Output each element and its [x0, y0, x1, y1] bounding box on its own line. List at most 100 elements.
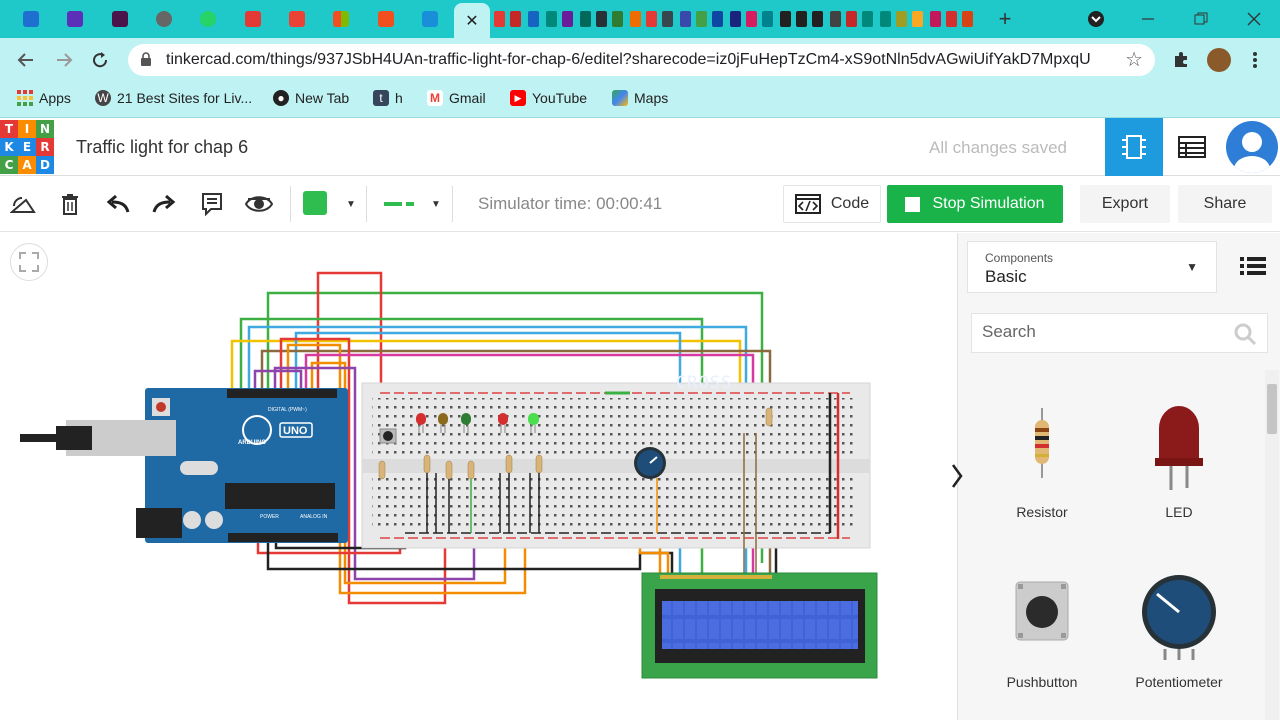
tab-mini[interactable]	[796, 11, 807, 27]
circuit-view-button[interactable]	[1105, 118, 1163, 176]
tab-mini[interactable]	[662, 11, 673, 27]
search-input[interactable]	[982, 322, 1222, 342]
component-category-dropdown[interactable]: Components Basic ▼	[967, 241, 1217, 293]
tab-mini[interactable]	[612, 11, 623, 27]
component-potentiometer[interactable]: Potentiometer	[1119, 572, 1239, 702]
forward-button[interactable]	[50, 46, 78, 74]
tab-mini[interactable]	[528, 11, 539, 27]
rotate-button[interactable]	[9, 190, 37, 218]
panel-scrollbar[interactable]	[1265, 370, 1279, 720]
component-search[interactable]	[971, 313, 1268, 353]
tab-mini[interactable]	[830, 11, 841, 27]
tab-mini[interactable]	[580, 11, 591, 27]
tab-mini[interactable]	[862, 11, 873, 27]
tab-mini[interactable]	[962, 11, 973, 27]
tab-mini[interactable]	[680, 11, 691, 27]
tab-mini[interactable]	[546, 11, 557, 27]
redo-button[interactable]	[150, 190, 178, 218]
component-list-button[interactable]	[1163, 118, 1221, 176]
tinkercad-header: T I N K E R C A D Traffic light for chap…	[0, 118, 1280, 176]
tab-mini[interactable]	[930, 11, 941, 27]
menu-button[interactable]	[1241, 46, 1269, 74]
component-resistor[interactable]: Resistor	[982, 398, 1102, 528]
mail-tab[interactable]	[62, 6, 88, 32]
outlook-tab[interactable]	[18, 6, 44, 32]
wire-type-button[interactable]	[384, 190, 414, 218]
delete-button[interactable]	[56, 190, 84, 218]
new-tab-button[interactable]: +	[990, 6, 1020, 32]
redo-icon	[152, 194, 176, 213]
gmail-tab[interactable]	[284, 6, 310, 32]
tab-mini[interactable]	[946, 11, 957, 27]
microsoft-tab[interactable]	[328, 6, 354, 32]
tinkercad-tab[interactable]	[417, 6, 443, 32]
reset-button[interactable]	[156, 402, 166, 412]
visibility-button[interactable]	[245, 190, 273, 218]
breadboard-potentiometer[interactable]	[634, 447, 666, 479]
component-pushbutton[interactable]: Pushbutton	[982, 572, 1102, 702]
tab-mini[interactable]	[562, 11, 573, 27]
logo-letter: E	[18, 138, 36, 156]
tab-search-button[interactable]	[1081, 6, 1111, 32]
export-button[interactable]: Export	[1080, 185, 1170, 223]
bookmark-gmail[interactable]: M Gmail	[427, 90, 486, 106]
project-title[interactable]: Traffic light for chap 6	[76, 137, 248, 158]
list-view-button[interactable]	[1240, 255, 1266, 277]
wire-type-dropdown-caret[interactable]: ▼	[422, 190, 450, 218]
tab-mini[interactable]	[746, 11, 757, 27]
collapse-panel-button[interactable]	[946, 460, 968, 492]
profile-button[interactable]	[1205, 46, 1233, 74]
address-bar[interactable]: tinkercad.com/things/937JSbH4UAn-traffic…	[128, 44, 1155, 76]
color-dropdown-caret[interactable]: ▼	[337, 190, 365, 218]
tab-mini[interactable]	[630, 11, 641, 27]
bookmark-youtube[interactable]: ▶ YouTube	[510, 90, 587, 106]
tab-mini[interactable]	[762, 11, 773, 27]
component-led[interactable]: LED	[1119, 398, 1239, 528]
scrollbar-thumb[interactable]	[1267, 384, 1277, 434]
reload-button[interactable]	[86, 46, 114, 74]
stop-simulation-button[interactable]: Stop Simulation	[887, 185, 1063, 223]
code-button[interactable]: Code	[783, 185, 881, 223]
tab-mini[interactable]	[494, 11, 505, 27]
search-icon[interactable]	[1233, 322, 1257, 346]
share-button[interactable]: Share	[1178, 185, 1272, 223]
tab-mini[interactable]	[912, 11, 923, 27]
tab-mini[interactable]	[596, 11, 607, 27]
tab-mini[interactable]	[896, 11, 907, 27]
extensions-button[interactable]	[1167, 46, 1195, 74]
tab-mini[interactable]	[730, 11, 741, 27]
lcd-16x2[interactable]	[641, 572, 878, 679]
notes-button[interactable]	[198, 190, 226, 218]
breadboard-pushbutton[interactable]	[379, 428, 397, 444]
user-avatar[interactable]	[1226, 121, 1278, 173]
tab-mini[interactable]	[712, 11, 723, 27]
tab-mini[interactable]	[510, 11, 521, 27]
tab-mini[interactable]	[812, 11, 823, 27]
slack-tab[interactable]	[107, 6, 133, 32]
notion-tab[interactable]	[240, 6, 266, 32]
active-tab[interactable]: ✕	[454, 3, 490, 38]
minimize-button[interactable]	[1133, 6, 1163, 32]
bookmark-h[interactable]: t h	[373, 90, 403, 106]
bookmark-21-best-sites[interactable]: W 21 Best Sites for Liv...	[95, 90, 252, 106]
bookmark-maps[interactable]: Maps	[612, 90, 668, 106]
tab-mini[interactable]	[646, 11, 657, 27]
wire-color-swatch[interactable]	[303, 191, 327, 215]
bookmark-star-icon[interactable]: ☆	[1125, 47, 1143, 72]
tab-mini[interactable]	[846, 11, 857, 27]
tab-mini[interactable]	[780, 11, 791, 27]
analog-header-label: ANALOG IN	[300, 514, 328, 520]
back-button[interactable]	[12, 46, 40, 74]
restore-button[interactable]	[1186, 6, 1216, 32]
bookmark-apps[interactable]: Apps	[17, 90, 71, 106]
globe-tab[interactable]	[151, 6, 177, 32]
figma-tab[interactable]	[373, 6, 399, 32]
close-icon[interactable]: ✕	[465, 11, 478, 31]
whatsapp-tab[interactable]	[195, 6, 221, 32]
tab-mini[interactable]	[880, 11, 891, 27]
undo-button[interactable]	[104, 190, 132, 218]
tab-mini[interactable]	[696, 11, 707, 27]
tinkercad-logo[interactable]: T I N K E R C A D	[0, 120, 54, 174]
bookmark-new-tab[interactable]: ● New Tab	[273, 90, 349, 106]
close-window-button[interactable]	[1239, 6, 1269, 32]
